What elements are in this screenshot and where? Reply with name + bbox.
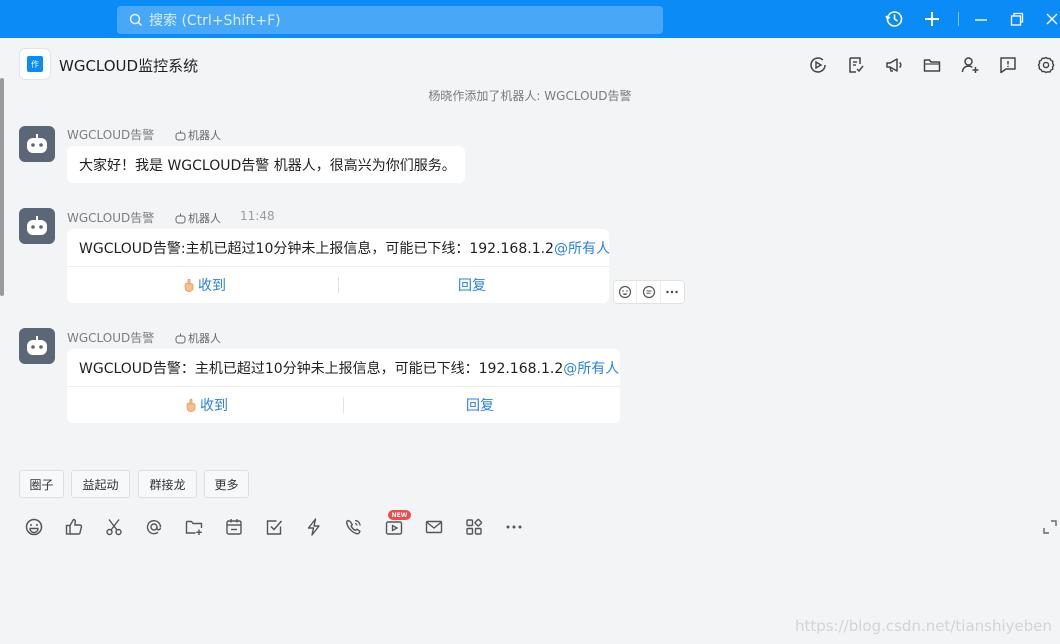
close-icon[interactable] — [1042, 9, 1060, 29]
like-icon[interactable] — [64, 517, 84, 537]
titlebar-separator — [958, 12, 959, 26]
message-time: 11:48 — [240, 209, 275, 223]
add-icon[interactable] — [922, 9, 942, 29]
video-call-icon[interactable] — [344, 517, 364, 537]
search-box[interactable]: 搜索 (Ctrl+Shift+F) — [117, 6, 663, 34]
card-button-separator — [343, 397, 344, 413]
live-stream-icon[interactable] — [384, 517, 404, 537]
robot-icon — [27, 336, 47, 355]
robot-tag: 机器人 — [175, 330, 221, 346]
mention-icon[interactable] — [144, 517, 164, 537]
group-avatar[interactable]: 作 — [19, 48, 51, 80]
card-divider — [67, 386, 620, 387]
task-icon[interactable] — [845, 54, 867, 76]
message-hover-toolbar — [613, 280, 685, 304]
emoji-reaction-icon[interactable] — [614, 281, 638, 303]
reply-bubble-icon[interactable] — [637, 281, 661, 303]
robot-avatar[interactable] — [19, 126, 55, 162]
message-card[interactable]: WGCLOUD告警:主机已超过10分钟未上报信息，可能已下线：192.168.1… — [67, 229, 610, 303]
robot-small-icon — [175, 213, 186, 223]
robot-avatar[interactable] — [19, 208, 55, 244]
folder-icon[interactable] — [921, 54, 943, 76]
chip-more[interactable]: 更多 — [204, 470, 249, 498]
robot-tag-label: 机器人 — [188, 129, 221, 142]
emoji-icon[interactable] — [24, 517, 44, 537]
message-text: WGCLOUD告警：主机已超过10分钟未上报信息，可能已下线：192.168.1… — [79, 358, 619, 378]
robot-tag-label: 机器人 — [188, 212, 221, 225]
received-label: 收到 — [198, 278, 226, 294]
folder-add-icon[interactable] — [184, 517, 204, 537]
chip-circle[interactable]: 圈子 — [19, 470, 64, 498]
reply-label: 回复 — [466, 398, 494, 414]
card-button-separator — [338, 277, 339, 293]
mention-all[interactable]: @所有人 — [563, 361, 619, 377]
message-body: WGCLOUD告警:主机已超过10分钟未上报信息，可能已下线：192.168.1… — [79, 241, 554, 257]
reply-button[interactable]: 回复 — [458, 275, 486, 295]
search-icon — [129, 13, 143, 27]
comment-icon[interactable] — [997, 54, 1019, 76]
robot-small-icon — [175, 333, 186, 343]
group-title[interactable]: WGCLOUD监控系统 — [59, 55, 198, 76]
announcement-icon[interactable] — [883, 54, 905, 76]
title-bar: 搜索 (Ctrl+Shift+F) — [0, 0, 1060, 38]
message-sender: WGCLOUD告警 — [67, 331, 155, 345]
received-button[interactable]: 收到 — [183, 275, 226, 295]
mail-icon[interactable] — [424, 517, 444, 537]
message-card[interactable]: WGCLOUD告警：主机已超过10分钟未上报信息，可能已下线：192.168.1… — [67, 349, 620, 423]
settings-icon[interactable] — [1035, 54, 1057, 76]
chip-group-relay[interactable]: 群接龙 — [138, 470, 197, 498]
robot-tag-label: 机器人 — [188, 332, 221, 345]
calendar-icon[interactable] — [224, 517, 244, 537]
left-scrollbar[interactable] — [0, 78, 4, 296]
message-text: 大家好！我是 WGCLOUD告警 机器人，很高兴为你们服务。 — [79, 158, 456, 174]
ok-hand-icon — [186, 398, 196, 412]
robot-icon — [27, 216, 47, 235]
chat-header: 作 WGCLOUD监控系统 — [7, 38, 1060, 90]
reply-label: 回复 — [458, 278, 486, 294]
search-placeholder: 搜索 (Ctrl+Shift+F) — [149, 13, 281, 29]
input-toolbar — [0, 508, 1060, 546]
card-divider — [67, 266, 609, 267]
add-member-icon[interactable] — [959, 54, 981, 76]
received-button[interactable]: 收到 — [185, 395, 228, 415]
more-options-icon[interactable] — [661, 281, 684, 303]
message-sender: WGCLOUD告警 — [67, 211, 155, 225]
mention-all[interactable]: @所有人 — [554, 241, 610, 257]
apps-icon[interactable] — [464, 517, 484, 537]
lightning-icon[interactable] — [304, 517, 324, 537]
message-bubble[interactable]: 大家好！我是 WGCLOUD告警 机器人，很高兴为你们服务。 — [67, 146, 465, 183]
chip-charity[interactable]: 益起动 — [71, 470, 130, 498]
expand-icon[interactable] — [1040, 517, 1060, 537]
group-avatar-glyph: 作 — [27, 56, 43, 72]
history-icon[interactable] — [884, 9, 904, 29]
restore-icon[interactable] — [1007, 9, 1027, 29]
robot-small-icon — [175, 130, 186, 140]
ok-hand-icon — [184, 278, 194, 292]
more-icon[interactable] — [504, 517, 524, 537]
system-notification: 杨晓作添加了机器人: WGCLOUD告警 — [428, 89, 632, 103]
received-label: 收到 — [200, 398, 228, 414]
message-sender: WGCLOUD告警 — [67, 128, 155, 142]
robot-icon — [27, 134, 47, 153]
new-badge: NEW — [388, 510, 411, 520]
checkbox-icon[interactable] — [264, 517, 284, 537]
watermark: https://blog.csdn.net/tianshiyeben — [794, 617, 1052, 635]
robot-tag: 机器人 — [175, 127, 221, 143]
message-text: WGCLOUD告警:主机已超过10分钟未上报信息，可能已下线：192.168.1… — [79, 238, 610, 258]
robot-tag: 机器人 — [175, 210, 221, 226]
reply-button[interactable]: 回复 — [466, 395, 494, 415]
scissors-icon[interactable] — [104, 517, 124, 537]
minimize-icon[interactable] — [971, 9, 991, 29]
robot-avatar[interactable] — [19, 328, 55, 364]
live-icon[interactable] — [807, 54, 829, 76]
message-body: WGCLOUD告警：主机已超过10分钟未上报信息，可能已下线：192.168.1… — [79, 361, 564, 377]
